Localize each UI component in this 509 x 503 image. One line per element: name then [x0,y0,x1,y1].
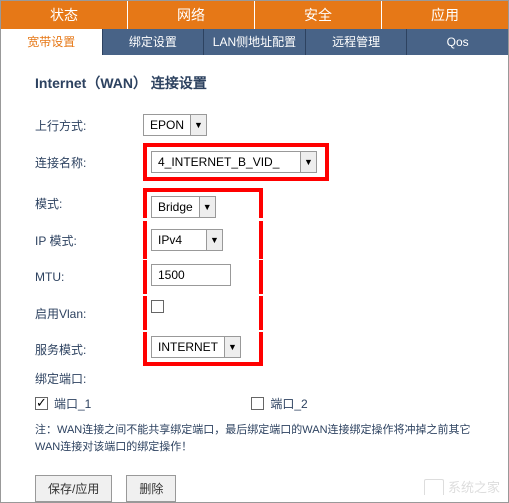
checkbox-enable-vlan[interactable] [151,300,164,313]
chevron-down-icon: ▼ [300,152,316,172]
house-icon [424,479,444,495]
label-bind-port: 绑定端口: [35,370,143,387]
tab-status[interactable]: 状态 [1,1,128,29]
select-mode[interactable]: Bridge ▼ [151,196,216,218]
chevron-down-icon: ▼ [224,337,240,357]
label-mtu: MTU: [35,270,143,284]
save-button[interactable]: 保存/应用 [35,475,112,502]
button-row: 保存/应用 删除 [35,475,488,502]
subtab-binding[interactable]: 绑定设置 [103,29,205,55]
label-enable-vlan: 启用Vlan: [35,305,143,322]
select-mode-value: Bridge [152,200,199,214]
label-service-mode: 服务模式: [35,341,143,358]
subtab-lan-config[interactable]: LAN侧地址配置 [204,29,306,55]
delete-button[interactable]: 删除 [126,475,176,502]
ports-row: 端口_1 端口_2 [35,395,488,412]
highlight-form-group: IPv4 ▼ [143,221,263,259]
select-service-mode-value: INTERNET [152,340,224,354]
main-tabs: 状态 网络 安全 应用 [1,1,508,29]
label-ip-mode: IP 模式: [35,232,143,249]
chevron-down-icon: ▼ [190,115,206,135]
subtab-qos[interactable]: Qos [407,29,508,55]
select-ip-mode-value: IPv4 [152,233,206,247]
subtab-broadband[interactable]: 宽带设置 [1,29,103,55]
label-uplink: 上行方式: [35,117,143,134]
tab-network[interactable]: 网络 [128,1,255,29]
port-2-label: 端口_2 [270,395,307,412]
highlight-form-group [143,296,263,330]
highlight-form-group: INTERNET ▼ [143,332,263,366]
watermark-text: 系统之家 [448,477,500,496]
checkbox-port-2[interactable] [251,397,264,410]
watermark: 系统之家 [424,477,500,496]
label-mode: 模式: [35,195,143,212]
tab-security[interactable]: 安全 [255,1,382,29]
select-conn-name[interactable]: 4_INTERNET_B_VID_ ▼ [151,151,317,173]
select-service-mode[interactable]: INTERNET ▼ [151,336,241,358]
port-1-label: 端口_1 [54,395,91,412]
highlight-form-group [143,260,263,294]
tab-application[interactable]: 应用 [382,1,508,29]
select-ip-mode[interactable]: IPv4 ▼ [151,229,223,251]
content-area: Internet（WAN） 连接设置 上行方式: EPON ▼ 连接名称: 4_… [1,55,508,503]
sub-tabs: 宽带设置 绑定设置 LAN侧地址配置 远程管理 Qos [1,29,508,55]
chevron-down-icon: ▼ [199,197,215,217]
label-conn-name: 连接名称: [35,154,143,171]
chevron-down-icon: ▼ [206,230,222,250]
select-uplink-value: EPON [144,118,190,132]
subtab-remote-mgmt[interactable]: 远程管理 [306,29,408,55]
input-mtu[interactable] [151,264,231,286]
checkbox-port-1[interactable] [35,397,48,410]
select-uplink[interactable]: EPON ▼ [143,114,207,136]
highlight-conn-name: 4_INTERNET_B_VID_ ▼ [143,143,329,181]
highlight-form-group: Bridge ▼ [143,188,263,218]
note-text: 注：WAN连接之间不能共享绑定端口，最后绑定端口的WAN连接绑定操作将冲掉之前其… [35,422,488,455]
page-title: Internet（WAN） 连接设置 [35,73,488,93]
select-conn-name-value: 4_INTERNET_B_VID_ [152,155,300,169]
